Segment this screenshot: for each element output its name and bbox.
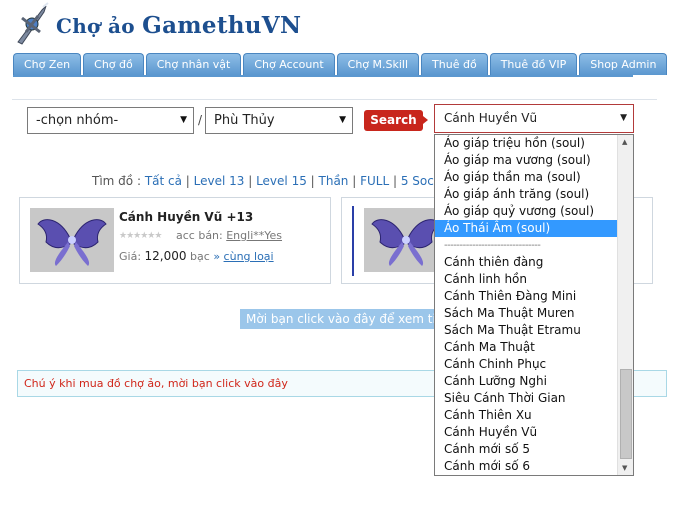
dropdown-option[interactable]: Cánh Chinh Phục xyxy=(435,356,618,373)
dropdown-option[interactable]: Sách Ma Thuật Etramu xyxy=(435,322,618,339)
price-value: 12,000 xyxy=(144,249,187,263)
dropdown-option[interactable]: Siêu Cánh Thời Gian xyxy=(435,390,618,407)
listing-card[interactable]: Cánh Huyền Vũ +13 ★★★★★★ acc bán: Engli*… xyxy=(19,197,331,284)
dropdown-arrow-icon: ▼ xyxy=(620,113,627,123)
similar-link[interactable]: cùng loại xyxy=(224,250,274,263)
tab-shop-admin[interactable]: Shop Admin xyxy=(579,53,668,75)
item-dropdown-list[interactable]: Áo giáp triệu hồn (soul) Áo giáp ma vương… xyxy=(434,134,634,476)
search-button[interactable]: Search xyxy=(364,110,428,131)
tab-thue-do[interactable]: Thuê đồ xyxy=(421,53,488,75)
seller-link[interactable]: Engli**Yes xyxy=(226,229,282,242)
dropdown-scrollbar[interactable]: ▲ ▼ xyxy=(617,135,633,475)
dropdown-option[interactable]: Áo giáp ma vương (soul) xyxy=(435,152,618,169)
dropdown-option[interactable]: Cánh Thiên Đàng Mini xyxy=(435,288,618,305)
scroll-down-icon[interactable]: ▼ xyxy=(622,464,627,472)
dropdown-option[interactable]: Cánh Ma Thuật xyxy=(435,339,618,356)
dropdown-option[interactable]: Cánh mới số 5 xyxy=(435,441,618,458)
dropdown-option[interactable]: Cánh Lưỡng Nghi xyxy=(435,373,618,390)
dropdown-option[interactable]: Cánh Thiên Xu xyxy=(435,407,618,424)
filter-full[interactable]: FULL xyxy=(360,174,389,188)
price-info: Giá: 12,000 bạc » cùng loại xyxy=(119,249,274,263)
dropdown-option[interactable]: Áo giáp triệu hồn (soul) xyxy=(435,135,618,152)
filter-level-13[interactable]: Level 13 xyxy=(194,174,245,188)
item-image[interactable] xyxy=(30,208,114,272)
group-select[interactable]: -chọn nhóm- ▼ xyxy=(27,107,194,134)
tab-cho-nhan-vat[interactable]: Chợ nhân vật xyxy=(145,53,242,75)
tab-cho-account[interactable]: Chợ Account xyxy=(243,53,335,75)
dropdown-option[interactable]: Cánh mới số 6 xyxy=(435,458,618,475)
separator: / xyxy=(198,113,203,127)
filter-bar: Tìm đồ : Tất cả | Level 13 | Level 15 | … xyxy=(92,174,472,188)
dropdown-option[interactable]: Cánh linh hồn xyxy=(435,271,618,288)
dropdown-option[interactable]: Áo giáp thần ma (soul) xyxy=(435,169,618,186)
dropdown-option[interactable]: Áo Thái Âm (soul) xyxy=(435,220,618,237)
filter-all[interactable]: Tất cả xyxy=(145,174,182,188)
dropdown-option[interactable]: Cánh thiên đàng xyxy=(435,254,618,271)
item-select[interactable]: Cánh Huyền Vũ ▼ xyxy=(434,104,634,133)
class-select[interactable]: Phù Thủy ▼ xyxy=(205,107,353,134)
scroll-up-icon[interactable]: ▲ xyxy=(622,138,627,146)
tab-cho-zen[interactable]: Chợ Zen xyxy=(13,53,82,75)
tab-underline xyxy=(13,75,633,77)
main-nav-tabs: Chợ Zen Chợ đồ Chợ nhân vật Chợ Account … xyxy=(13,53,668,75)
seller-info: acc bán: Engli**Yes xyxy=(176,229,283,242)
dropdown-option[interactable]: Cánh Huyền Vũ xyxy=(435,424,618,441)
scrollbar-thumb[interactable] xyxy=(620,369,632,459)
more-button[interactable]: Mời bạn click vào đây để xem tiếp xyxy=(240,309,440,329)
dropdown-arrow-icon: ▼ xyxy=(339,115,346,125)
filter-than[interactable]: Thần xyxy=(319,174,349,188)
item-name[interactable]: Cánh Huyền Vũ +13 xyxy=(119,210,253,224)
site-title: Chợ ảo GamethuVN xyxy=(56,12,302,39)
tab-cho-do[interactable]: Chợ đồ xyxy=(83,53,144,75)
site-logo[interactable] xyxy=(12,2,52,46)
filter-level-15[interactable]: Level 15 xyxy=(256,174,307,188)
dropdown-arrow-icon: ▼ xyxy=(180,115,187,125)
dropdown-separator: ------------------------------- xyxy=(444,240,541,251)
tab-cho-mskill[interactable]: Chợ M.Skill xyxy=(336,53,420,75)
rating-stars: ★★★★★★ xyxy=(119,231,162,241)
tab-thue-do-vip[interactable]: Thuê đồ VIP xyxy=(489,53,578,75)
dropdown-option[interactable]: Áo giáp quỷ vương (soul) xyxy=(435,203,618,220)
divider xyxy=(12,99,657,100)
dropdown-option[interactable]: Áo giáp ánh trăng (soul) xyxy=(435,186,618,203)
card-accent xyxy=(352,206,354,276)
wings-image xyxy=(37,219,107,266)
dropdown-option[interactable]: Sách Ma Thuật Muren xyxy=(435,305,618,322)
